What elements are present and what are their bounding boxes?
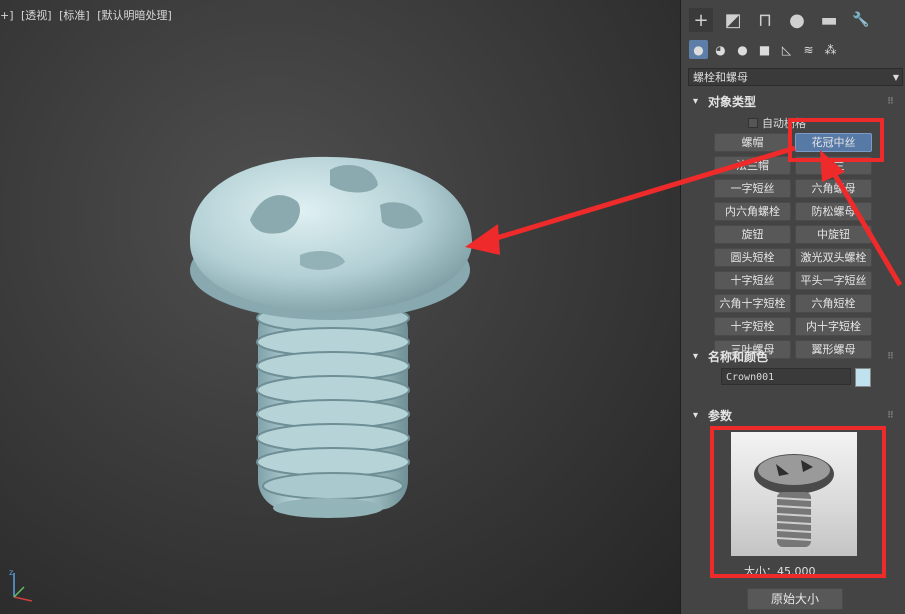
original-size-button[interactable]: 原始大小	[747, 588, 843, 610]
viewport-shading-label[interactable]: [默认明暗处理]	[97, 9, 172, 22]
viewport-perspective-label[interactable]: [透视]	[21, 9, 52, 22]
geometry-category[interactable]: ●	[689, 40, 708, 59]
grip-icon: ⠿	[886, 352, 895, 362]
object-type-button[interactable]: 十字短栓	[714, 317, 791, 336]
create-categories: ● ◕ ● ■ ◺ ≋ ⁂	[689, 40, 840, 59]
parameters-title: 参数	[708, 409, 733, 423]
cameras-icon: ■	[758, 42, 771, 57]
modify-icon: ◩	[724, 9, 742, 31]
viewport-menu-label[interactable]: +]	[0, 9, 14, 22]
spacewarps-category[interactable]: ≋	[799, 40, 818, 59]
object-type-button[interactable]: 螺帽	[714, 133, 791, 152]
helpers-category[interactable]: ◺	[777, 40, 796, 59]
modify-tab[interactable]: ◩	[721, 8, 745, 32]
object-type-button[interactable]: 平头一字短丝	[795, 271, 872, 290]
object-name-input[interactable]: Crown001	[721, 368, 851, 385]
collapse-icon: ▾	[693, 410, 699, 421]
screw-3d-model[interactable]	[0, 0, 680, 614]
object-type-button[interactable]: 内十字短栓	[795, 317, 872, 336]
utilities-tab[interactable]: 🔧	[849, 8, 873, 32]
systems-icon: ⁂	[824, 42, 837, 57]
object-type-buttons: 螺帽 花冠中丝 法兰帽 法兰 一字短丝 六角螺母 内六角螺栓 防松螺母 旋钮 中旋钮 圆头短栓 激光双…	[714, 133, 872, 359]
collapse-icon: ▾	[693, 96, 699, 107]
checkbox-box[interactable]	[748, 118, 758, 128]
screw-thread	[256, 300, 410, 518]
object-type-button[interactable]: 一字短丝	[714, 179, 791, 198]
highlight-box-preview	[710, 426, 886, 578]
object-type-button[interactable]: 法兰帽	[714, 156, 791, 175]
display-tab[interactable]: ▬	[817, 8, 841, 32]
motion-icon: ●	[789, 9, 805, 31]
object-type-button[interactable]: 六角十字短栓	[714, 294, 791, 313]
axis-tripod-icon: z	[9, 568, 33, 602]
plus-icon: +	[693, 9, 709, 31]
object-type-button[interactable]: 旋钮	[714, 225, 791, 244]
object-category-dropdown[interactable]: 螺栓和螺母 ▼	[688, 68, 903, 86]
grip-icon: ⠿	[886, 97, 895, 107]
object-type-header[interactable]: ▾ 对象类型 ⠿	[688, 93, 903, 111]
highlight-box-selected-type	[788, 118, 884, 162]
hierarchy-icon: ⊓	[757, 9, 773, 31]
cameras-category[interactable]: ■	[755, 40, 774, 59]
object-type-button[interactable]: 六角短栓	[795, 294, 872, 313]
command-panel-tabs: + ◩ ⊓ ● ▬ 🔧	[689, 8, 873, 32]
object-type-button[interactable]: 十字短丝	[714, 271, 791, 290]
motion-tab[interactable]: ●	[785, 8, 809, 32]
utilities-icon: 🔧	[852, 12, 870, 28]
spacewarps-icon: ≋	[803, 42, 814, 57]
viewport-standard-label[interactable]: [标准]	[59, 9, 90, 22]
collapse-icon: ▾	[693, 351, 699, 362]
lights-icon: ●	[737, 42, 748, 57]
screw-head	[189, 156, 473, 320]
name-color-header[interactable]: ▾ 名称和颜色 ⠿	[688, 348, 903, 366]
svg-text:z: z	[9, 568, 13, 577]
chevron-down-icon: ▼	[892, 73, 899, 82]
systems-category[interactable]: ⁂	[821, 40, 840, 59]
name-color-title: 名称和颜色	[708, 350, 769, 364]
viewport-labels[interactable]: +] [透视] [标准] [默认明暗处理]	[0, 7, 176, 23]
object-type-button[interactable]: 圆头短栓	[714, 248, 791, 267]
object-type-button[interactable]: 内六角螺栓	[714, 202, 791, 221]
hierarchy-tab[interactable]: ⊓	[753, 8, 777, 32]
create-tab[interactable]: +	[689, 8, 713, 32]
object-type-button[interactable]: 中旋钮	[795, 225, 872, 244]
perspective-viewport[interactable]: +] [透视] [标准] [默认明暗处理] z	[0, 0, 680, 614]
helpers-icon: ◺	[781, 42, 792, 57]
grip-icon: ⠿	[886, 411, 895, 421]
object-type-button[interactable]: 六角螺母	[795, 179, 872, 198]
object-type-button[interactable]: 激光双头螺栓	[795, 248, 872, 267]
dropdown-value: 螺栓和螺母	[693, 71, 748, 84]
display-icon: ▬	[820, 9, 838, 31]
object-type-title: 对象类型	[708, 95, 757, 109]
name-color-rollout: ▾ 名称和颜色 ⠿ Crown001	[688, 348, 903, 403]
lights-category[interactable]: ●	[733, 40, 752, 59]
geometry-icon: ●	[693, 42, 704, 57]
object-type-button[interactable]: 防松螺母	[795, 202, 872, 221]
shapes-category[interactable]: ◕	[711, 40, 730, 59]
shapes-icon: ◕	[715, 42, 726, 57]
parameters-header[interactable]: ▾ 参数 ⠿	[688, 407, 903, 425]
object-color-swatch[interactable]	[855, 368, 871, 387]
